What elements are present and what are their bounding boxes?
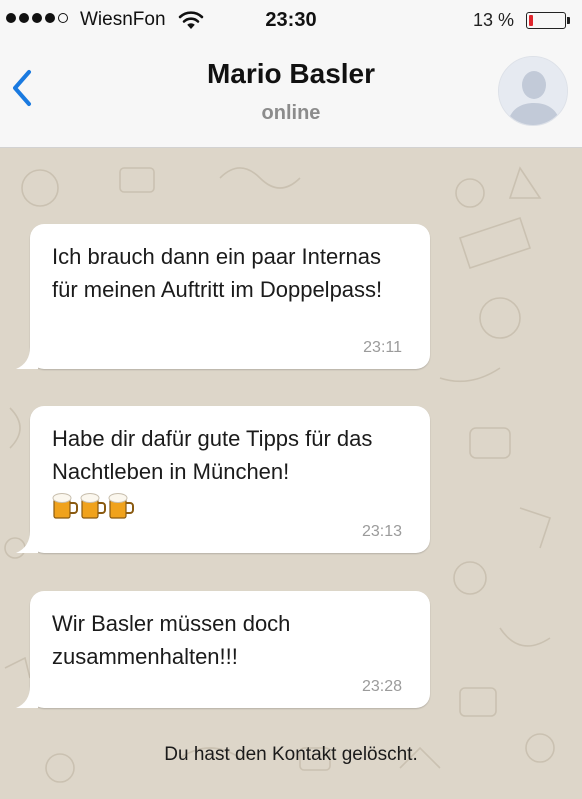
beer-mug-icon: [52, 493, 78, 519]
message-bubble[interactable]: Habe dir dafür gute Tipps für das Nachtl…: [16, 406, 430, 553]
battery-icon: [526, 12, 566, 29]
status-bar: WiesnFon 23:30 13 %: [0, 0, 582, 42]
contact-status: online: [261, 102, 321, 124]
avatar[interactable]: [498, 56, 568, 126]
message-list[interactable]: Ich brauch dann ein paar Internas für me…: [0, 148, 582, 799]
message-text: Wir Basler müssen doch zusammenhalten!!!: [52, 611, 291, 669]
bubble-tail: [16, 531, 38, 553]
message-text: Habe dir dafür gute Tipps für das Nachtl…: [52, 426, 373, 484]
bubble-tail: [16, 686, 38, 708]
message-time: 23:13: [361, 523, 402, 540]
chat-screen: WiesnFon 23:30 13 % Mario Basler online: [0, 0, 582, 799]
chat-header: Mario Basler online: [0, 42, 582, 148]
message-bubble[interactable]: Ich brauch dann ein paar Internas für me…: [16, 224, 430, 369]
default-avatar-icon: [499, 57, 567, 125]
message-time: 23:11: [363, 339, 402, 356]
contact-name[interactable]: Mario Basler: [0, 58, 582, 90]
beer-mug-icon: [108, 493, 134, 519]
battery-percentage: 13 %: [473, 10, 515, 30]
message-text: Ich brauch dann ein paar Internas für me…: [52, 244, 383, 302]
message-time: 23:28: [361, 678, 402, 695]
bubble-tail: [16, 347, 38, 369]
battery-level-fill: [529, 15, 534, 26]
message-bubble[interactable]: Wir Basler müssen doch zusammenhalten!!!…: [16, 591, 430, 708]
battery-tip: [567, 17, 570, 24]
beer-emoji-group: [52, 488, 408, 521]
beer-mug-icon: [80, 493, 106, 519]
system-notice: Du hast den Kontakt gelöscht.: [164, 744, 418, 765]
